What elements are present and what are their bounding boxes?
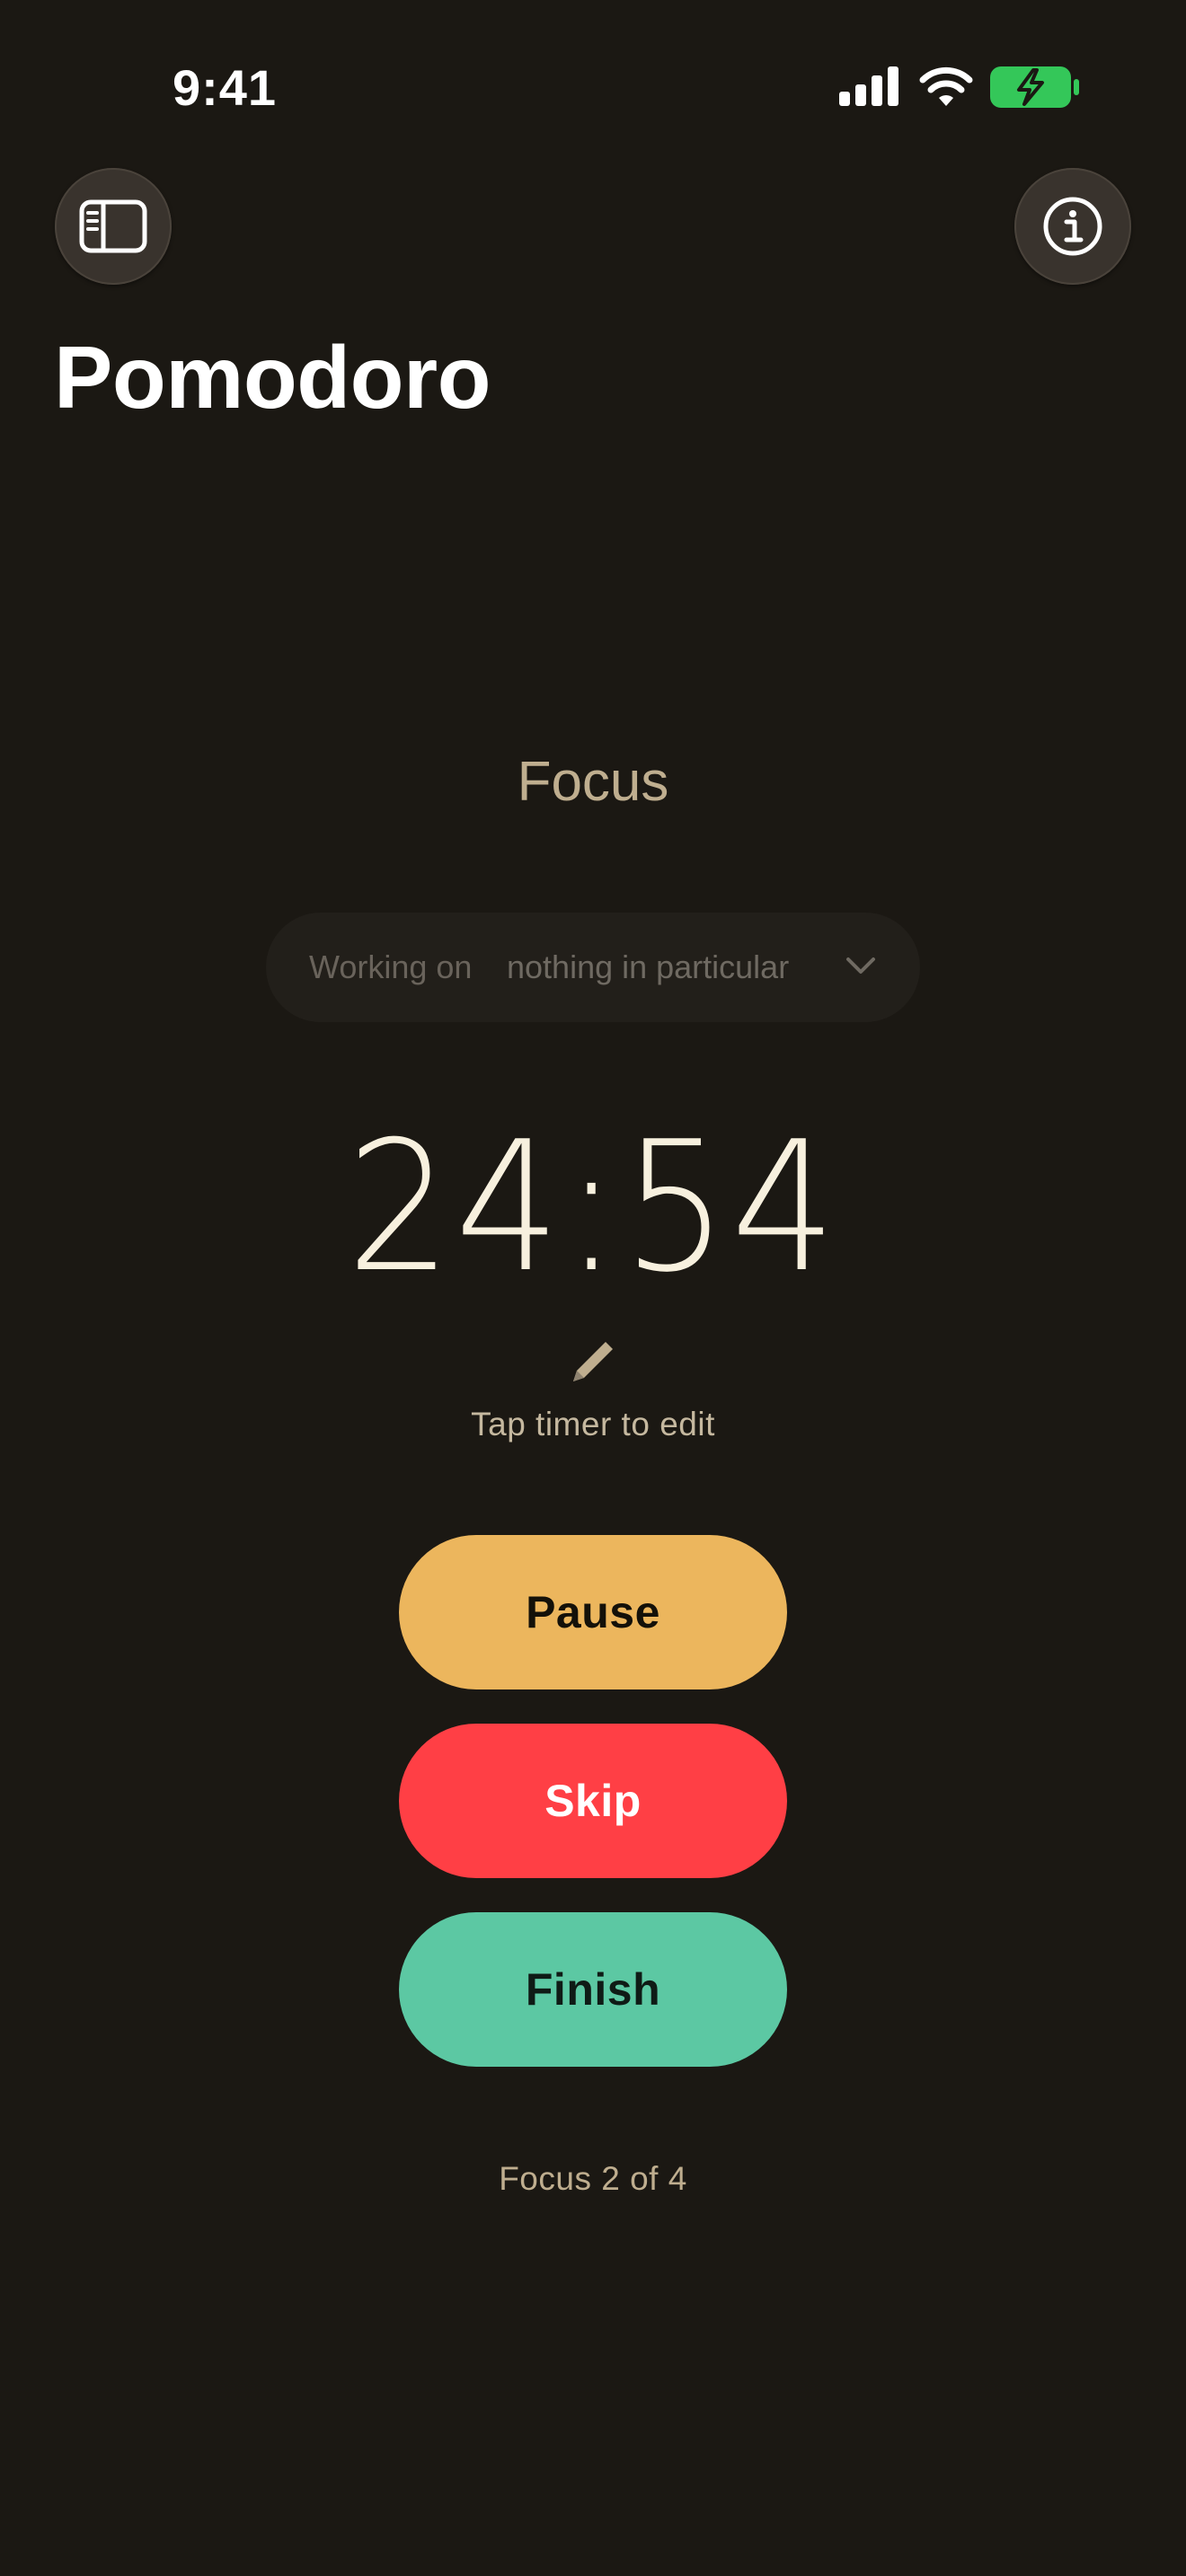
timer-edit-hint: Tap timer to edit	[471, 1406, 715, 1442]
task-value[interactable]: nothing in particular	[507, 936, 839, 999]
battery-charging-icon	[990, 66, 1079, 108]
chevron-down-icon[interactable]	[843, 950, 879, 983]
sidebar-icon	[79, 199, 147, 253]
session-mode-label: Focus	[517, 751, 669, 813]
task-prefix-label: Working on	[309, 948, 473, 985]
timer-display[interactable]: 24:54	[262, 1118, 924, 1298]
pause-button[interactable]: Pause	[399, 1535, 787, 1689]
status-time: 9:41	[172, 59, 278, 116]
info-icon	[1043, 197, 1102, 256]
page-title: Pomodoro	[54, 328, 491, 427]
session-progress-label: Focus 2 of 4	[499, 2160, 687, 2197]
wifi-icon	[919, 66, 973, 106]
finish-button[interactable]: Finish	[399, 1912, 787, 2067]
info-button[interactable]	[1014, 168, 1131, 285]
sidebar-toggle-button[interactable]	[55, 168, 172, 285]
skip-button[interactable]: Skip	[399, 1724, 787, 1878]
pencil-icon[interactable]	[564, 1333, 622, 1390]
cellular-signal-icon	[839, 66, 898, 106]
